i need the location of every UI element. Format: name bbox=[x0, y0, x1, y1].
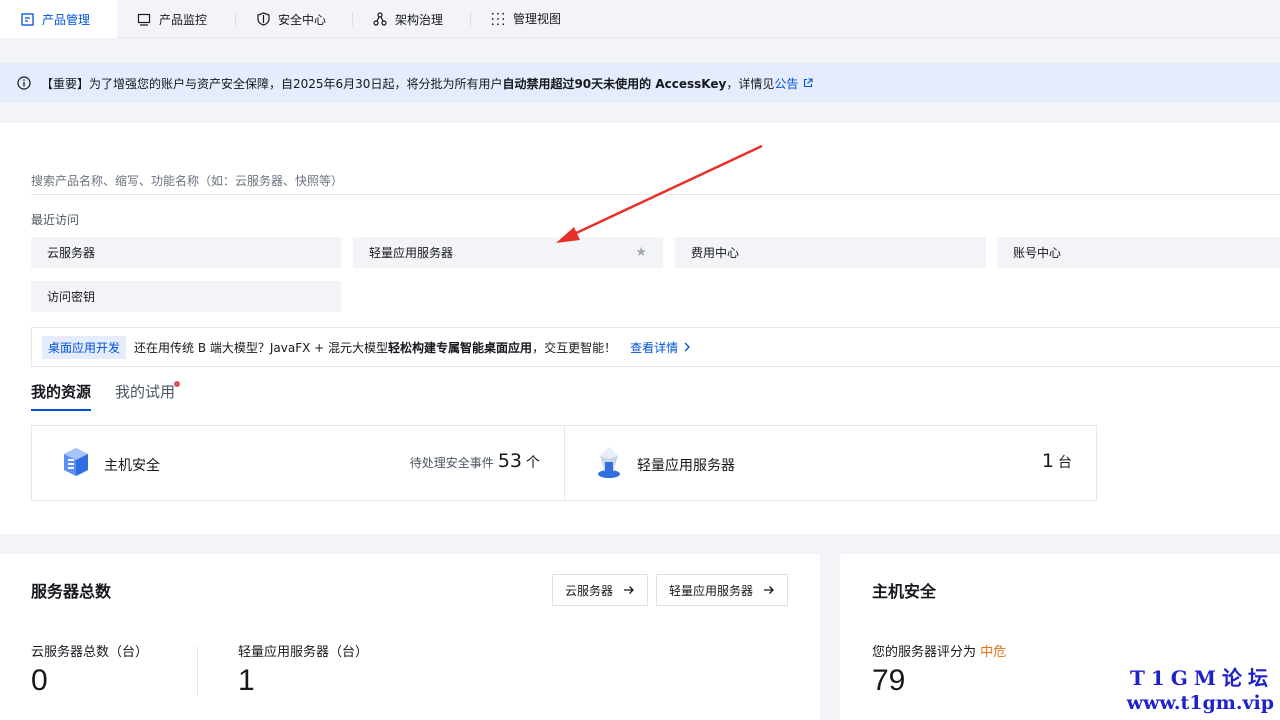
tab-my-trials[interactable]: 我的试用 bbox=[115, 381, 175, 402]
arrow-right-icon bbox=[624, 586, 634, 594]
lighthouse-server-icon bbox=[598, 447, 620, 478]
recent-item-billing[interactable]: 费用中心 bbox=[675, 237, 986, 268]
metric-unit: 台 bbox=[1058, 455, 1072, 471]
promo-text: 还在用传统 B 端大模型？JavaFX + 混元大模型 bbox=[134, 340, 389, 355]
tab-label: 产品监控 bbox=[159, 12, 208, 27]
external-link-icon[interactable] bbox=[803, 78, 813, 88]
notice-text: 【重要】为了增强您的账户与资产安全保障，自2025年6月30日起，将分批为所有用… bbox=[41, 76, 503, 91]
cvm-total-value: 0 bbox=[31, 664, 48, 697]
metric-unit: 个 bbox=[526, 455, 540, 471]
recent-item-access-key[interactable]: 访问密钥 bbox=[31, 281, 341, 312]
button-label: 云服务器 bbox=[564, 583, 613, 598]
grid-dots-icon bbox=[491, 12, 505, 26]
stat-divider bbox=[197, 646, 198, 696]
score-label-text: 您的服务器评分为 bbox=[872, 645, 977, 660]
resource-name: 主机安全 bbox=[104, 458, 160, 474]
server-total-title: 服务器总数 bbox=[31, 582, 112, 601]
recent-item-lighthouse[interactable]: 轻量应用服务器 ★ bbox=[353, 237, 663, 268]
promo-banner: 桌面应用开发 还在用传统 B 端大模型？JavaFX + 混元大模型 轻松构建专… bbox=[31, 327, 1280, 367]
recent-item-cvm[interactable]: 云服务器 bbox=[31, 237, 341, 268]
cvm-total-label: 云服务器总数（台） bbox=[31, 645, 149, 660]
recent-item-label: 费用中心 bbox=[691, 246, 740, 260]
metric-label: 待处理安全事件 bbox=[409, 456, 494, 470]
announcement-link[interactable]: 公告 bbox=[774, 75, 798, 92]
security-score-label: 您的服务器评分为 中危 bbox=[872, 641, 1006, 660]
watermark-url: www.t1gm.vip bbox=[1126, 692, 1274, 714]
metric-value: 53 bbox=[497, 450, 522, 472]
chevron-right-icon bbox=[684, 342, 691, 352]
tab-architecture-governance[interactable]: 架构治理 bbox=[353, 0, 470, 38]
tab-security-center[interactable]: 安全中心 bbox=[236, 0, 352, 38]
tab-product-management[interactable]: 产品管理 bbox=[0, 0, 117, 38]
lighthouse-total-value: 1 bbox=[238, 664, 255, 697]
promo-link-label: 查看详情 bbox=[630, 340, 679, 355]
resource-metric: 1 台 bbox=[1042, 450, 1072, 472]
tab-label: 管理视图 bbox=[513, 11, 562, 26]
promo-bold-text: 轻松构建专属智能桌面应用 bbox=[388, 340, 533, 355]
promo-details-link[interactable]: 查看详情 bbox=[630, 339, 691, 356]
notice-bold-text: 自动禁用超过90天未使用的 AccessKey bbox=[502, 76, 727, 91]
resource-card-lighthouse[interactable]: 轻量应用服务器 1 台 bbox=[564, 425, 1097, 501]
arrow-right-icon bbox=[764, 586, 774, 594]
tab-label: 产品管理 bbox=[42, 12, 91, 27]
shield-icon bbox=[256, 12, 270, 26]
recent-visits-title: 最近访问 bbox=[31, 213, 80, 227]
watermark-title: T1GM论坛 bbox=[1129, 666, 1274, 690]
recent-item-label: 轻量应用服务器 bbox=[369, 246, 454, 260]
resource-metric: 待处理安全事件 53 个 bbox=[410, 450, 540, 472]
document-icon bbox=[20, 12, 34, 26]
monitor-icon bbox=[137, 12, 151, 26]
recent-item-label: 云服务器 bbox=[47, 246, 96, 260]
architecture-icon bbox=[373, 12, 387, 26]
tab-management-view[interactable]: 管理视图 bbox=[471, 0, 591, 38]
important-notice-bar: 【重要】为了增强您的账户与资产安全保障，自2025年6月30日起，将分批为所有用… bbox=[0, 63, 1280, 103]
top-tab-bar: 产品管理 产品监控 安全中心 架构治理 管理视图 bbox=[0, 0, 1280, 38]
tab-label: 安全中心 bbox=[278, 12, 327, 27]
star-icon[interactable]: ★ bbox=[635, 245, 647, 260]
resource-name: 轻量应用服务器 bbox=[637, 458, 735, 474]
recent-item-label: 账号中心 bbox=[1013, 246, 1062, 260]
host-security-title: 主机安全 bbox=[872, 582, 937, 601]
metric-value: 1 bbox=[1041, 450, 1054, 472]
button-label: 轻量应用服务器 bbox=[668, 583, 753, 598]
notice-suffix: ，详情见 bbox=[726, 76, 775, 91]
tab-label: 架构治理 bbox=[395, 12, 444, 27]
tab-my-resources[interactable]: 我的资源 bbox=[31, 381, 92, 411]
resource-card-host-security[interactable]: 主机安全 待处理安全事件 53 个 bbox=[31, 425, 565, 501]
recent-item-account[interactable]: 账号中心 bbox=[997, 237, 1280, 268]
product-search-input[interactable] bbox=[31, 164, 1280, 195]
lighthouse-total-label: 轻量应用服务器（台） bbox=[238, 645, 369, 660]
info-icon bbox=[17, 76, 31, 90]
promo-suffix: ，交互更智能！ bbox=[532, 340, 617, 355]
risk-level: 中危 bbox=[980, 645, 1007, 660]
security-score-value: 79 bbox=[872, 664, 906, 697]
promo-tag: 桌面应用开发 bbox=[42, 335, 127, 359]
host-security-icon bbox=[64, 448, 88, 476]
lighthouse-link-button[interactable]: 轻量应用服务器 bbox=[656, 574, 788, 606]
notification-dot bbox=[174, 381, 180, 387]
cvm-link-button[interactable]: 云服务器 bbox=[552, 574, 648, 606]
recent-item-label: 访问密钥 bbox=[47, 290, 96, 304]
tab-product-monitor[interactable]: 产品监控 bbox=[117, 0, 235, 38]
